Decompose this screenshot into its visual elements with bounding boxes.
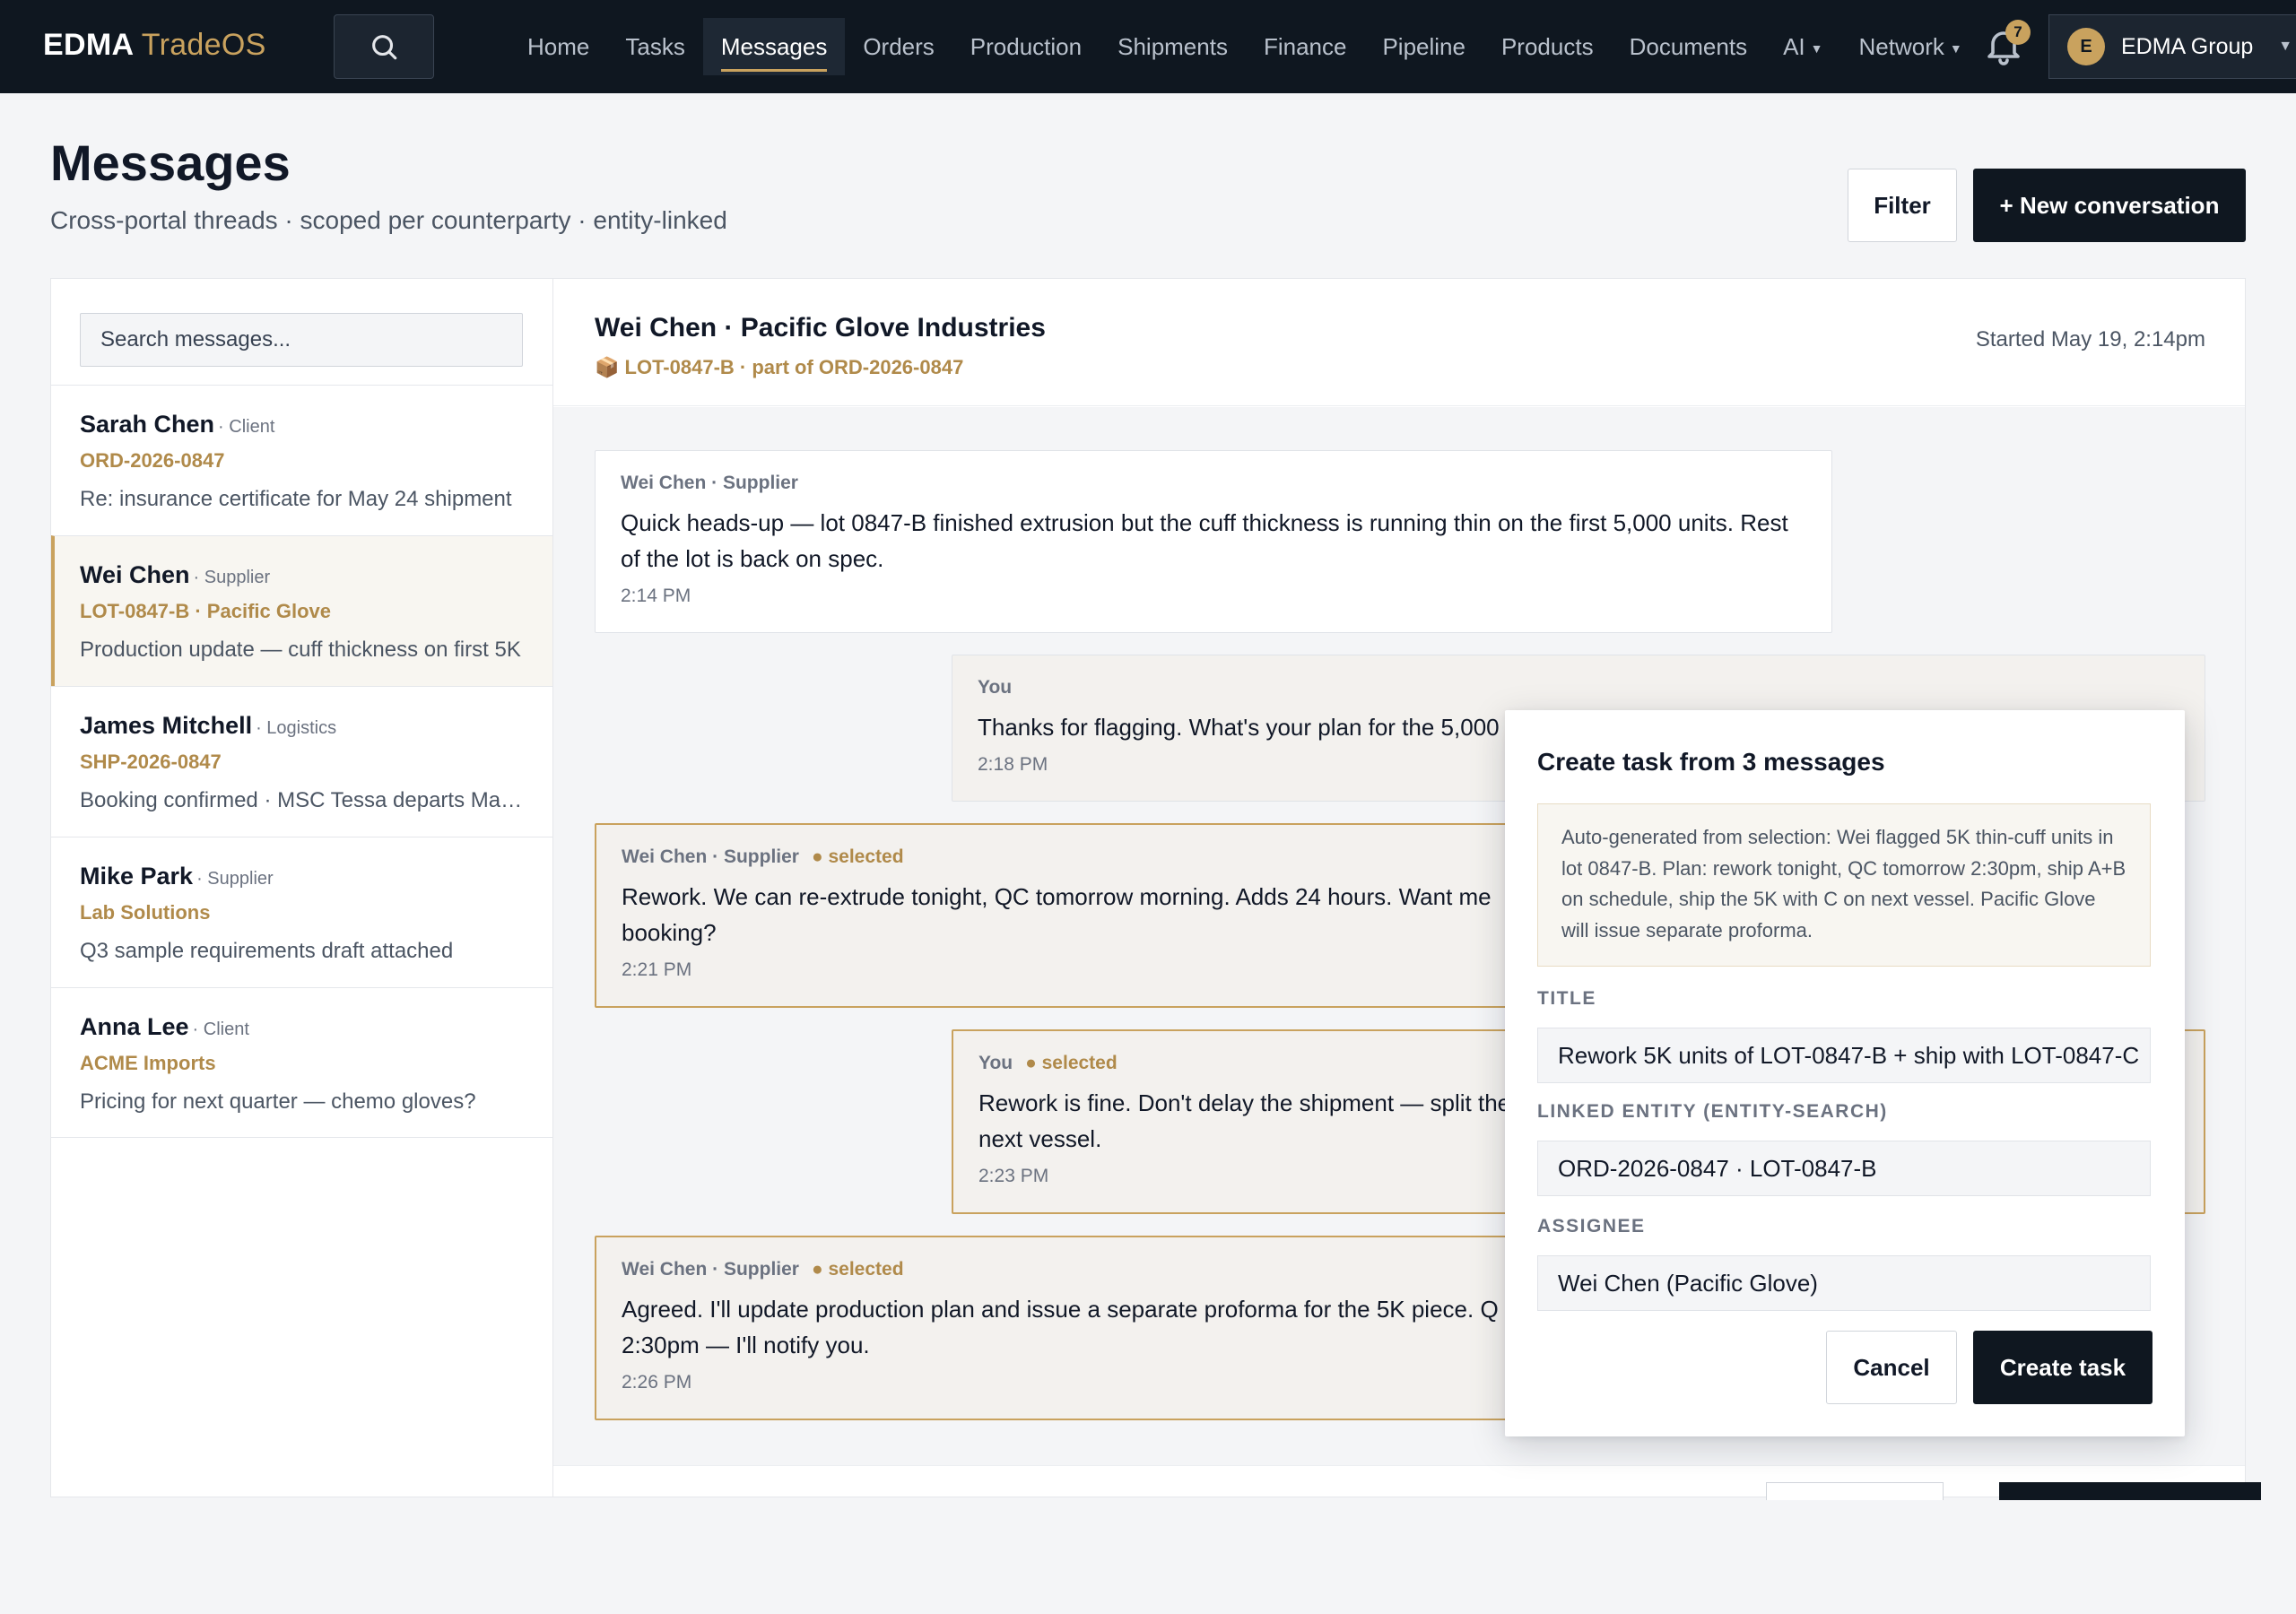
nav-shipments[interactable]: Shipments [1100, 18, 1246, 75]
conversation-role: · Supplier [196, 869, 274, 889]
message-author: Wei Chen · Supplier [621, 473, 798, 493]
composer-bar [553, 1465, 2261, 1500]
conversation-name: Wei Chen [80, 561, 190, 588]
chevron-down-icon: ▼ [1949, 41, 1962, 56]
search-messages-input[interactable]: Search messages... [80, 313, 523, 367]
composer-secondary-button[interactable] [1766, 1482, 1944, 1500]
nav-messages[interactable]: Messages [702, 18, 846, 75]
conversation-preview: Pricing for next quarter — chemo gloves? [80, 1089, 476, 1114]
brand-logo[interactable]: EDMA TradeOS [43, 25, 266, 65]
message-text: Quick heads-up — lot 0847-B finished ext… [621, 505, 1806, 577]
nav-documents[interactable]: Documents [1612, 18, 1766, 75]
org-switcher[interactable]: E EDMA Group ▼ [2048, 14, 2296, 79]
conversation-preview: Booking confirmed · MSC Tessa departs Ma… [80, 788, 524, 812]
nav-home[interactable]: Home [509, 18, 607, 75]
conversation-preview: Re: insurance certificate for May 24 shi… [80, 487, 512, 511]
assignee-input[interactable]: Wei Chen (Pacific Glove) [1537, 1255, 2151, 1311]
message-time: 2:14 PM [621, 586, 691, 606]
chevron-down-icon: ▼ [2278, 39, 2293, 54]
thread-header: Wei Chen · Pacific Glove Industries 📦 LO… [553, 279, 2245, 406]
conversation-item[interactable]: James Mitchell · Logistics SHP-2026-0847 … [51, 686, 552, 837]
conversation-entity: SHP-2026-0847 [80, 751, 222, 773]
nav-orders[interactable]: Orders [845, 18, 952, 75]
conversation-name: Anna Lee [80, 1013, 189, 1040]
message-line: of the lot is back on spec. [621, 545, 884, 572]
conversation-preview: Production update — cuff thickness on fi… [80, 638, 521, 662]
thread-entity-label: LOT-0847-B · part of ORD-2026-0847 [624, 356, 964, 378]
package-icon: 📦 [595, 356, 620, 378]
brand-accent: TradeOS [141, 28, 266, 62]
nav-pipeline[interactable]: Pipeline [1364, 18, 1483, 75]
search-icon [372, 35, 397, 60]
selected-indicator: ● selected [1025, 1053, 1118, 1073]
global-search-button[interactable] [334, 14, 434, 79]
create-task-button[interactable]: Create task [1973, 1331, 2152, 1404]
nav-products[interactable]: Products [1483, 18, 1612, 75]
brand-primary: EDMA [43, 28, 134, 62]
nav-network-dropdown[interactable]: Network ▼ [1841, 18, 1980, 75]
conversation-entity: ACME Imports [80, 1052, 216, 1074]
conversation-item[interactable]: Anna Lee · Client ACME Imports Pricing fo… [51, 987, 552, 1138]
auto-summary: Auto-generated from selection: Wei flagg… [1537, 803, 2151, 967]
linked-entity-label: LINKED ENTITY (ENTITY-SEARCH) [1537, 1101, 1888, 1122]
conversation-role: · Client [192, 1020, 249, 1039]
conversation-item-active[interactable]: Wei Chen · Supplier LOT-0847-B · Pacific … [51, 535, 552, 686]
nav-ai-dropdown[interactable]: AI ▼ [1765, 18, 1840, 75]
modal-title: Create task from 3 messages [1537, 748, 1885, 776]
new-conversation-button[interactable]: + New conversation [1973, 169, 2246, 242]
notification-count-badge: 7 [2005, 20, 2031, 45]
thread-entity-link[interactable]: 📦 LOT-0847-B · part of ORD-2026-0847 [595, 354, 963, 381]
create-task-modal: Create task from 3 messages Auto-generat… [1505, 710, 2185, 1436]
conversation-role: · Supplier [193, 568, 271, 587]
assignee-label: ASSIGNEE [1537, 1216, 1646, 1237]
org-name: EDMA Group [2121, 33, 2254, 59]
linked-entity-input[interactable]: ORD-2026-0847 · LOT-0847-B [1537, 1141, 2151, 1196]
conversation-role: · Logistics [256, 718, 337, 738]
nav-production[interactable]: Production [952, 18, 1100, 75]
nav-tasks[interactable]: Tasks [607, 18, 702, 75]
thread-started-time: Started May 19, 2:14pm [1975, 327, 2205, 351]
conversation-name: Sarah Chen [80, 411, 215, 438]
nav-finance[interactable]: Finance [1246, 18, 1365, 75]
message-author: You [978, 1053, 1013, 1073]
conversation-preview: Q3 sample requirements draft attached [80, 939, 454, 963]
cancel-button[interactable]: Cancel [1826, 1331, 1957, 1404]
filter-button[interactable]: Filter [1848, 169, 1957, 242]
conversation-item[interactable]: Mike Park · Supplier Lab Solutions Q3 sam… [51, 837, 552, 987]
main-nav: Home Tasks Messages Orders Production Sh… [509, 0, 1980, 93]
conversation-name: Mike Park [80, 863, 194, 889]
task-title-input[interactable]: Rework 5K units of LOT-0847-B + ship wit… [1537, 1028, 2151, 1083]
avatar: E [2067, 28, 2105, 65]
conversation-entity: Lab Solutions [80, 901, 211, 924]
thread-title: Wei Chen · Pacific Glove Industries [595, 313, 1046, 343]
conversation-role: · Client [218, 417, 275, 437]
conversation-name: James Mitchell [80, 712, 253, 739]
message-author: Wei Chen · Supplier [622, 846, 799, 867]
selected-indicator: ● selected [811, 1259, 904, 1280]
page-title: Messages [50, 134, 291, 191]
message-bubble[interactable]: Wei Chen · Supplier Quick heads-up — lot… [595, 450, 1832, 633]
composer-send-button[interactable] [1999, 1482, 2261, 1500]
selected-indicator: ● selected [811, 846, 904, 867]
conversation-item[interactable]: Sarah Chen · Client ORD-2026-0847 Re: ins… [51, 385, 552, 535]
nav-network-label: Network [1858, 33, 1944, 60]
message-author: Wei Chen · Supplier [622, 1259, 799, 1280]
conversation-list: Search messages... Sarah Chen · Client OR… [51, 279, 553, 1497]
chevron-down-icon: ▼ [1810, 41, 1823, 56]
message-line: Quick heads-up — lot 0847-B finished ext… [621, 509, 1788, 536]
top-navigation-bar: EDMA TradeOS Home Tasks Messages Orders … [0, 0, 2296, 93]
conversation-entity: ORD-2026-0847 [80, 449, 225, 472]
page-subtitle: Cross-portal threads · scoped per counte… [50, 206, 727, 234]
title-field-label: TITLE [1537, 988, 1596, 1009]
nav-ai-label: AI [1783, 33, 1805, 60]
conversation-entity: LOT-0847-B · Pacific Glove [80, 600, 331, 622]
message-author: You [978, 677, 1013, 698]
